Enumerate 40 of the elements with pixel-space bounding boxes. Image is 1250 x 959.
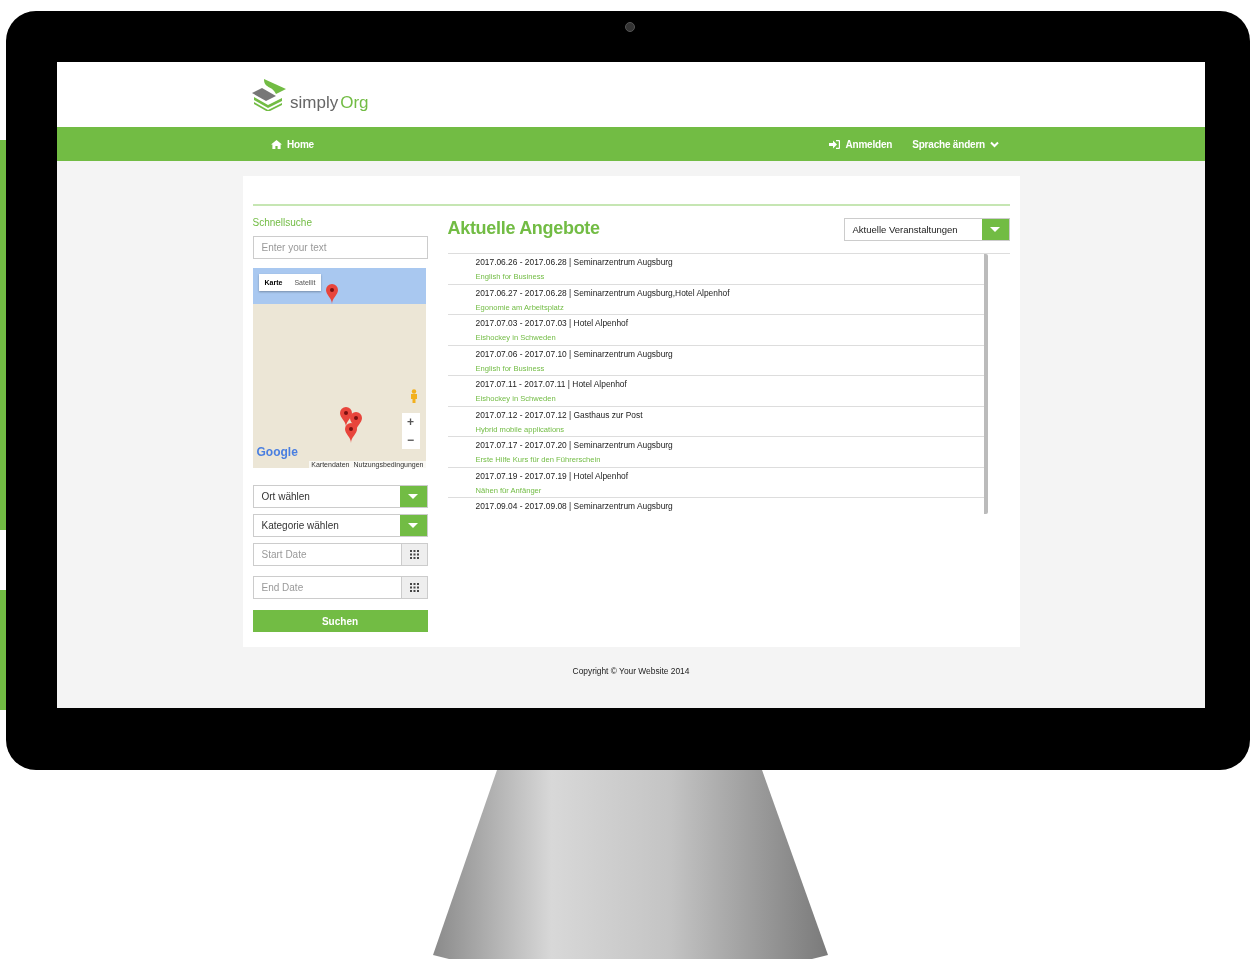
- sign-in-icon: [829, 139, 841, 149]
- language-menu-link[interactable]: Sprache ändern: [912, 138, 999, 150]
- event-date-location: 2017.07.12 - 2017.07.12 | Gasthaus zur Post: [475, 409, 643, 420]
- select-dropdown[interactable]: Kategorie wählen: [252, 514, 428, 537]
- event-date-location: 2017.07.03 - 2017.07.03 | Hotel Alpenhof: [475, 318, 629, 328]
- section-heading: Schnellsuche: [252, 217, 312, 228]
- home-icon: [271, 139, 282, 149]
- event-date-location: 2017.09.04 - 2017.09.08 | Seminarzentrum Augsburg: [475, 501, 673, 511]
- map-pin-icon: [325, 284, 338, 304]
- event-date-location: 2017.06.27 - 2017.06.28 | Seminarzentrum Augsburg,Hotel Alpenhof: [475, 287, 730, 298]
- map-logo: Google: [256, 445, 298, 459]
- select-dropdown[interactable]: Ort wählen: [252, 485, 428, 508]
- nav-link[interactable]: Anmelden: [829, 138, 893, 150]
- person-icon: [409, 389, 418, 403]
- event-date-location: 2017.07.19 - 2017.07.19 | Hotel Alpenhof: [475, 470, 629, 481]
- event-date-location: 2017.07.06 - 2017.07.10 | Seminarzentrum Augsburg: [475, 348, 673, 359]
- page-title: Aktuelle Angebote: [447, 218, 600, 239]
- logo-text: Org: [340, 94, 369, 111]
- nav-link[interactable]: Home: [271, 138, 314, 150]
- caret-down-icon: [990, 227, 1000, 232]
- calendar-button[interactable]: [400, 576, 428, 599]
- logo-text: simply: [290, 94, 339, 111]
- caret-down-icon: [408, 494, 418, 499]
- map-pin-icon: [344, 423, 357, 443]
- date-field[interactable]: End Date: [252, 576, 401, 599]
- calendar-icon: [409, 583, 419, 592]
- copyright-text: Copyright © Your Website 2014: [572, 666, 690, 676]
- date-field[interactable]: Start Date: [252, 543, 401, 566]
- chevron-down-icon: [990, 140, 999, 148]
- search-field[interactable]: Enter your text: [252, 236, 428, 259]
- calendar-icon: [409, 550, 419, 559]
- camera-icon: [625, 22, 635, 32]
- event-date-location: 2017.07.11 - 2017.07.11 | Hotel Alpenhof: [475, 379, 627, 389]
- event-date-location: 2017.07.17 - 2017.07.20 | Seminarzentrum Augsburg: [475, 440, 673, 450]
- event-date-location: 2017.06.26 - 2017.06.28 | Seminarzentrum Augsburg: [475, 257, 673, 267]
- logo-icon: [252, 79, 288, 111]
- calendar-button[interactable]: [400, 543, 428, 566]
- caret-down-icon: [408, 523, 418, 528]
- search-button[interactable]: Suchen: [252, 610, 428, 632]
- filter-dropdown[interactable]: Aktuelle Veranstaltungen: [843, 218, 1010, 241]
